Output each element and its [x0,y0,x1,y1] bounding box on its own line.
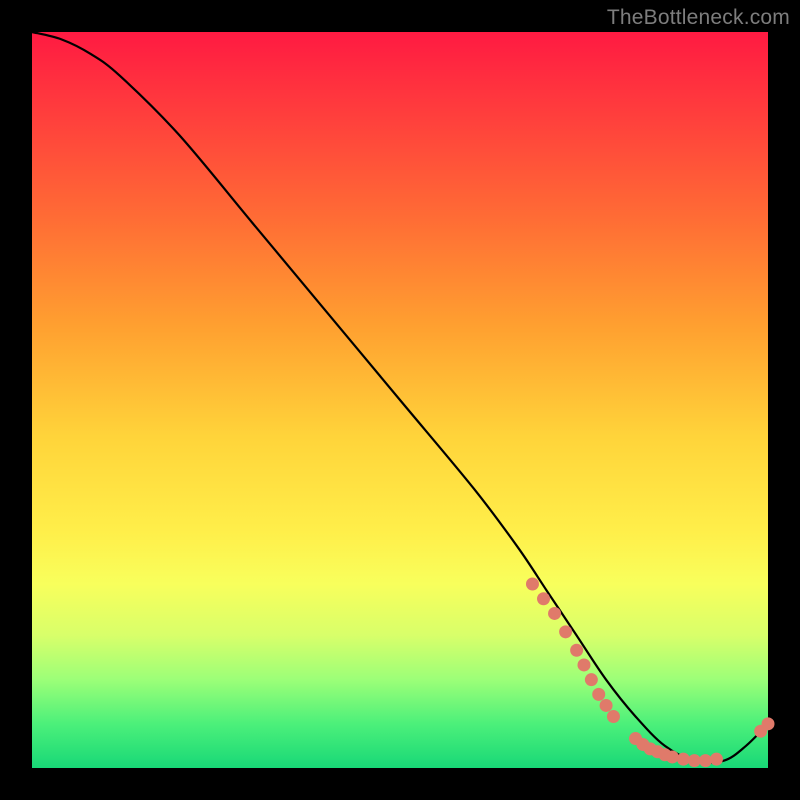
highlight-markers [526,578,775,768]
marker-point [570,644,583,657]
marker-point [666,750,679,763]
marker-point [548,607,561,620]
marker-point [710,753,723,766]
curve-layer [32,32,768,768]
marker-point [526,578,539,591]
marker-point [537,592,550,605]
bottleneck-curve [32,32,768,762]
marker-point [607,710,620,723]
watermark-text: TheBottleneck.com [607,6,790,30]
marker-point [699,754,712,767]
marker-point [677,753,690,766]
marker-point [762,717,775,730]
marker-point [578,658,591,671]
marker-point [600,699,613,712]
marker-point [585,673,598,686]
plot-area [32,32,768,768]
marker-point [559,625,572,638]
marker-point [592,688,605,701]
chart-container: TheBottleneck.com [0,0,800,800]
